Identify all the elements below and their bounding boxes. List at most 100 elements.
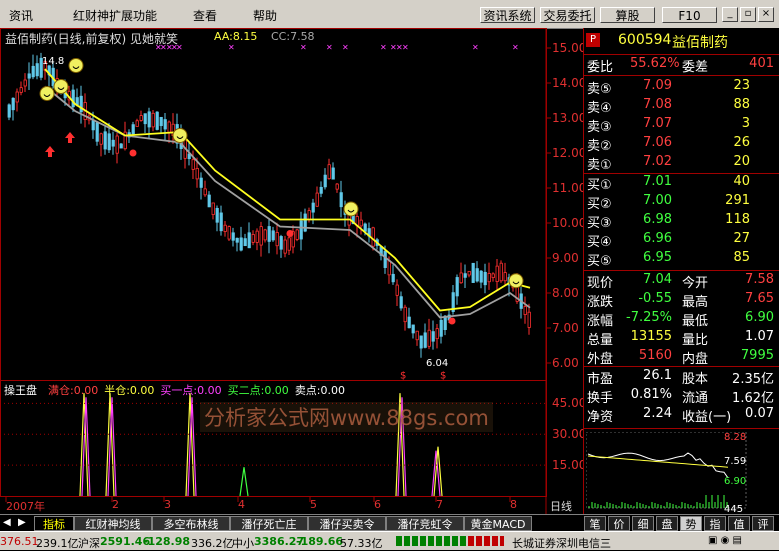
tray-icons[interactable]: ▣ ◉ ▤ xyxy=(708,535,742,546)
sell-order-row[interactable]: 卖③ 7.07 3 xyxy=(584,116,779,135)
candle-body xyxy=(271,230,275,241)
y-tick-label: 13.00 xyxy=(552,111,587,125)
candle-body xyxy=(255,230,259,243)
tab-indicator-6[interactable]: 黄金MACD xyxy=(464,516,532,531)
aa-label: AA:8.15 xyxy=(214,30,258,43)
candle-body xyxy=(215,207,219,223)
tab-indicator-4[interactable]: 潘仔买卖令 xyxy=(308,516,386,531)
tab-nav-left-icon[interactable]: ◀ xyxy=(3,517,11,528)
stat-row[interactable]: 外盘 5160 内盘 7995 xyxy=(584,348,779,367)
restore-icon[interactable]: ▫ xyxy=(740,7,756,22)
order-volume: 40 xyxy=(733,174,750,189)
stat-label: 总量 xyxy=(587,333,614,348)
order-price: 6.98 xyxy=(643,212,672,227)
stat-row[interactable]: 现价 7.04 今开 7.58 xyxy=(584,272,779,291)
order-label: 卖③ xyxy=(587,120,612,135)
menu-extensions[interactable]: 红财神扩展功能 xyxy=(73,7,157,24)
candle-body xyxy=(99,133,103,145)
minimize-icon[interactable]: _ xyxy=(722,7,738,22)
candle-body xyxy=(475,268,479,282)
menu-news[interactable]: 资讯 xyxy=(9,7,33,24)
fund-row[interactable]: 换手 0.81% 流通 1.62亿 xyxy=(584,387,779,406)
sell-order-row[interactable]: 卖④ 7.08 88 xyxy=(584,97,779,116)
x-tick-label: 7 xyxy=(436,498,443,511)
stat-row[interactable]: 涨跌 -0.55 最高 7.65 xyxy=(584,291,779,310)
candle-body xyxy=(383,250,387,268)
quote-panel: P 600594 益佰制药 委比 55.62% 委差 401 卖⑤ 7.09 23 卖… xyxy=(583,28,779,515)
candle-body xyxy=(491,273,495,278)
signal-mark-icon: ✕ xyxy=(342,43,349,52)
order-label: 卖⑤ xyxy=(587,82,612,97)
buy-order-row[interactable]: 买④ 6.96 27 xyxy=(584,231,779,250)
candle-body xyxy=(139,115,143,121)
quote-tab-1[interactable]: 价 xyxy=(608,516,630,531)
candle-body xyxy=(243,238,247,247)
sell-order-row[interactable]: 卖⑤ 7.09 23 xyxy=(584,78,779,97)
buy-order-row[interactable]: 买① 7.01 40 xyxy=(584,174,779,193)
order-volume: 85 xyxy=(733,250,750,265)
sell-order-row[interactable]: 卖① 7.02 20 xyxy=(584,154,779,173)
fund-label: 换手 xyxy=(587,391,614,406)
buy-order-row[interactable]: 买⑤ 6.95 85 xyxy=(584,250,779,269)
sell-order-row[interactable]: 卖② 7.06 26 xyxy=(584,135,779,154)
stat-label: 涨跌 xyxy=(587,295,614,310)
buy-order-row[interactable]: 买③ 6.98 118 xyxy=(584,212,779,231)
buy-order-row[interactable]: 买② 7.00 291 xyxy=(584,193,779,212)
candle-body xyxy=(495,265,499,282)
stat-row[interactable]: 总量 13155 量比 1.07 xyxy=(584,329,779,348)
fund-row[interactable]: 市盈 26.1 股本 2.35亿 xyxy=(584,368,779,387)
close-icon[interactable]: × xyxy=(758,7,774,22)
fund-row[interactable]: 净资 2.24 收益(一) 0.07 xyxy=(584,406,779,425)
candle-body xyxy=(103,131,107,150)
quote-tab-0[interactable]: 笔 xyxy=(584,516,606,531)
trade-order-button[interactable]: 交易委托 xyxy=(540,7,595,23)
candle-body xyxy=(319,186,323,194)
order-volume: 3 xyxy=(741,116,750,131)
candle-body xyxy=(467,270,471,276)
mini-intraday-chart[interactable] xyxy=(586,432,778,512)
stat-value: 7995 xyxy=(740,348,774,363)
candle-body xyxy=(331,167,335,180)
quote-tab-6[interactable]: 值 xyxy=(728,516,750,531)
signal-mark-icon: ✕ xyxy=(512,43,519,52)
high-marker: 14.8 xyxy=(42,56,65,67)
menu-view[interactable]: 查看 xyxy=(193,7,217,24)
smiley-icon xyxy=(39,86,55,101)
fund-value: 0.07 xyxy=(745,406,774,421)
menu-help[interactable]: 帮助 xyxy=(253,7,277,24)
fund-value: 2.35亿 xyxy=(732,372,774,387)
quote-tab-4[interactable]: 势 xyxy=(680,516,702,531)
chart-area[interactable]: ✕ ✕ ✕ ✕ ✕ ✕ ✕ ✕ ✕ ✕ ✕ ✕ ✕ ✕ ✕ $ $ 益佰制药(日线,前复权) 见她就笑 AA:8… xyxy=(0,28,587,514)
candle-body xyxy=(111,139,115,147)
tab-indicator-5[interactable]: 潘仔竞虹令 xyxy=(386,516,464,531)
dollar-mark-icon: $ xyxy=(440,371,446,382)
tab-nav-right-icon[interactable]: ▶ xyxy=(18,517,26,528)
index1-value: 376.51 xyxy=(0,535,39,548)
candle-body xyxy=(159,116,163,127)
signal-mark-icon: ✕ xyxy=(300,43,307,52)
candle-body xyxy=(387,260,391,276)
order-price: 7.02 xyxy=(643,154,672,169)
wei-bi-value: 55.62% xyxy=(630,56,680,71)
tab-indicator-1[interactable]: 红财神均线 xyxy=(74,516,152,531)
tab-indicator-2[interactable]: 多空布林线 xyxy=(152,516,230,531)
kline-chart[interactable]: ✕✕ ✕✕✕ ✕ ✕ ✕ ✕ ✕ ✕ ✕ ✕ ✕ ✕$ $ xyxy=(0,28,583,514)
quote-tab-2[interactable]: 细 xyxy=(632,516,654,531)
stat-row[interactable]: 涨幅 -7.25% 最低 6.90 xyxy=(584,310,779,329)
candle-body xyxy=(295,229,299,240)
quote-tab-7[interactable]: 评 xyxy=(752,516,774,531)
candle-body xyxy=(231,232,235,241)
calc-stock-button[interactable]: 算股 xyxy=(600,7,655,23)
tab-indicator-0[interactable]: 指标 xyxy=(34,516,74,531)
quote-tab-5[interactable]: 指 xyxy=(704,516,726,531)
x-tick-label: 2 xyxy=(112,498,119,511)
quote-tab-3[interactable]: 盘 xyxy=(656,516,678,531)
candle-body xyxy=(407,316,411,329)
news-system-button[interactable]: 资讯系统 xyxy=(480,7,535,23)
tab-indicator-3[interactable]: 潘仔死亡庄 xyxy=(230,516,308,531)
f10-button[interactable]: F10 xyxy=(662,7,717,23)
candle-body xyxy=(31,65,35,78)
sub-legend-item: 半仓:0.00 xyxy=(104,384,155,397)
candle-body xyxy=(335,183,339,190)
candle-body xyxy=(11,97,15,111)
